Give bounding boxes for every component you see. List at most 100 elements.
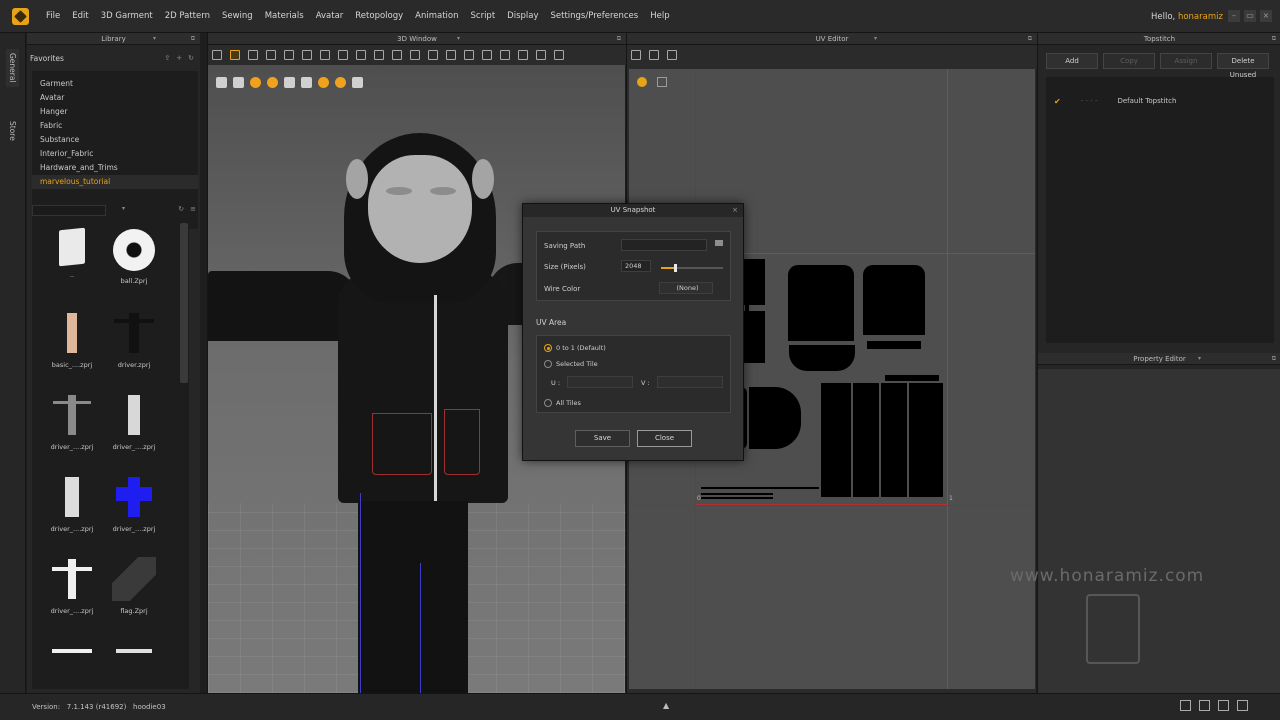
library-file[interactable]: .. [42, 225, 102, 297]
layout-custom-icon[interactable] [1237, 700, 1248, 711]
undock-icon[interactable]: ⧉ [191, 33, 195, 45]
close-icon[interactable]: × [732, 204, 738, 217]
fold-tool-icon[interactable] [338, 50, 348, 60]
pin-tool-icon[interactable] [266, 50, 276, 60]
uv-display-icon[interactable] [637, 77, 647, 87]
library-file[interactable]: driver_....zprj [42, 553, 102, 625]
size-slider[interactable] [661, 264, 723, 272]
close-button[interactable]: Close [637, 430, 692, 447]
close-window-button[interactable]: × [1260, 10, 1272, 22]
undock-icon[interactable]: ⧉ [617, 33, 621, 45]
texture-display-icon[interactable] [267, 77, 278, 88]
stitch-tool-icon[interactable] [284, 50, 294, 60]
menu-help[interactable]: Help [644, 11, 675, 21]
menu-animation[interactable]: Animation [409, 11, 464, 21]
favorite-item[interactable]: Hanger [32, 105, 198, 119]
wand-tool-icon[interactable] [554, 50, 564, 60]
edit-tool-icon[interactable] [248, 50, 258, 60]
favorite-item[interactable]: Substance [32, 133, 198, 147]
chevron-down-icon[interactable]: ▾ [122, 205, 125, 212]
show-avatar-icon[interactable] [301, 77, 312, 88]
layout-grid-icon[interactable] [1218, 700, 1229, 711]
cut-tool-icon[interactable] [536, 50, 546, 60]
uv-pattern-piece[interactable] [885, 375, 939, 381]
save-button[interactable]: Save [575, 430, 630, 447]
chevron-down-icon[interactable]: ▾ [1198, 353, 1201, 365]
username[interactable]: honaramiz [1178, 12, 1223, 22]
menu-3d-garment[interactable]: 3D Garment [95, 11, 159, 21]
favorite-item[interactable]: Interior_Fabric [32, 147, 198, 161]
uv-pattern-piece[interactable] [909, 383, 943, 497]
menu-settings[interactable]: Settings/Preferences [545, 11, 645, 21]
uv-pattern-piece[interactable] [701, 487, 819, 489]
minimize-button[interactable]: – [1228, 10, 1240, 22]
library-file[interactable]: ball.Zprj [104, 225, 164, 297]
uv-pattern-piece[interactable] [881, 383, 907, 497]
avatar-display-icon[interactable] [216, 77, 227, 88]
menu-edit[interactable]: Edit [66, 11, 94, 21]
library-file[interactable]: driver_....zprj [42, 389, 102, 461]
skin-display-icon[interactable] [318, 77, 329, 88]
uv-select-icon[interactable] [631, 50, 641, 60]
favorite-item-active[interactable]: marvelous_tutorial [32, 175, 198, 189]
sewing-tool-icon[interactable] [374, 50, 384, 60]
menu-retopology[interactable]: Retopology [349, 11, 409, 21]
library-file[interactable]: basic_....zprj [42, 307, 102, 379]
simulation-icon[interactable] [250, 77, 261, 88]
topstitch-item[interactable]: ✔ - - - - Default Topstitch [1054, 97, 1176, 106]
uv-transform-icon[interactable] [649, 50, 659, 60]
seam-tool-icon[interactable] [392, 50, 402, 60]
u-input[interactable] [567, 376, 633, 388]
saving-path-input[interactable] [621, 239, 707, 251]
radio-selected-tile[interactable] [544, 360, 552, 368]
select-tool-icon[interactable] [212, 50, 222, 60]
stress-map-icon[interactable] [335, 77, 346, 88]
menu-2d-pattern[interactable]: 2D Pattern [159, 11, 216, 21]
maximize-button[interactable]: ▭ [1244, 10, 1256, 22]
tab-general[interactable]: General [6, 49, 19, 87]
menu-display[interactable]: Display [501, 11, 544, 21]
uv-pattern-piece[interactable] [789, 345, 855, 371]
favorite-item[interactable]: Fabric [32, 119, 198, 133]
assign-topstitch-button[interactable]: Assign [1160, 53, 1212, 69]
undock-icon[interactable]: ⧉ [1272, 353, 1276, 365]
copy-topstitch-button[interactable]: Copy [1103, 53, 1155, 69]
pin-display-icon[interactable] [284, 77, 295, 88]
uv-export-icon[interactable] [657, 77, 667, 87]
favorite-item[interactable]: Garment [32, 77, 198, 91]
layout-single-icon[interactable] [1180, 700, 1191, 711]
uv-pattern-piece[interactable] [853, 383, 879, 497]
library-file[interactable]: flag.Zprj [104, 553, 164, 625]
graphic-tool-icon[interactable] [464, 50, 474, 60]
favorite-item[interactable]: Hardware_and_Trims [32, 161, 198, 175]
chevron-down-icon[interactable]: ▾ [874, 33, 877, 45]
size-slider-handle[interactable] [673, 264, 677, 272]
library-file[interactable]: driver_....zprj [104, 389, 164, 461]
upload-icon[interactable]: ⇪ [164, 54, 170, 62]
brush-tool-icon[interactable] [320, 50, 330, 60]
chevron-down-icon[interactable]: ▾ [153, 33, 156, 45]
measure-tool-icon[interactable] [356, 50, 366, 60]
move-tool-icon[interactable] [230, 50, 240, 60]
add-icon[interactable]: + [176, 54, 182, 62]
v-input[interactable] [657, 376, 723, 388]
line-tool-icon[interactable] [482, 50, 492, 60]
library-file[interactable]: driver.zprj [104, 307, 164, 379]
refresh-icon[interactable]: ↻ [178, 205, 184, 213]
tack-tool-icon[interactable] [302, 50, 312, 60]
garment-display-icon[interactable] [233, 77, 244, 88]
uv-pattern-piece[interactable] [821, 383, 851, 497]
radio-0-to-1[interactable] [544, 344, 552, 352]
button-tool-icon[interactable] [410, 50, 420, 60]
menu-file[interactable]: File [40, 11, 66, 21]
size-input[interactable]: 2048 [621, 260, 651, 272]
undock-icon[interactable]: ⧉ [1272, 33, 1276, 45]
uv-pattern-piece[interactable] [788, 265, 854, 341]
menu-script[interactable]: Script [465, 11, 502, 21]
uv-pattern-piece[interactable] [701, 493, 773, 495]
library-scrollbar[interactable] [180, 223, 188, 383]
layout-split-icon[interactable] [1199, 700, 1210, 711]
uv-pattern-piece[interactable] [749, 387, 801, 449]
uv-pattern-piece[interactable] [863, 265, 925, 335]
trim-tool-icon[interactable] [518, 50, 528, 60]
